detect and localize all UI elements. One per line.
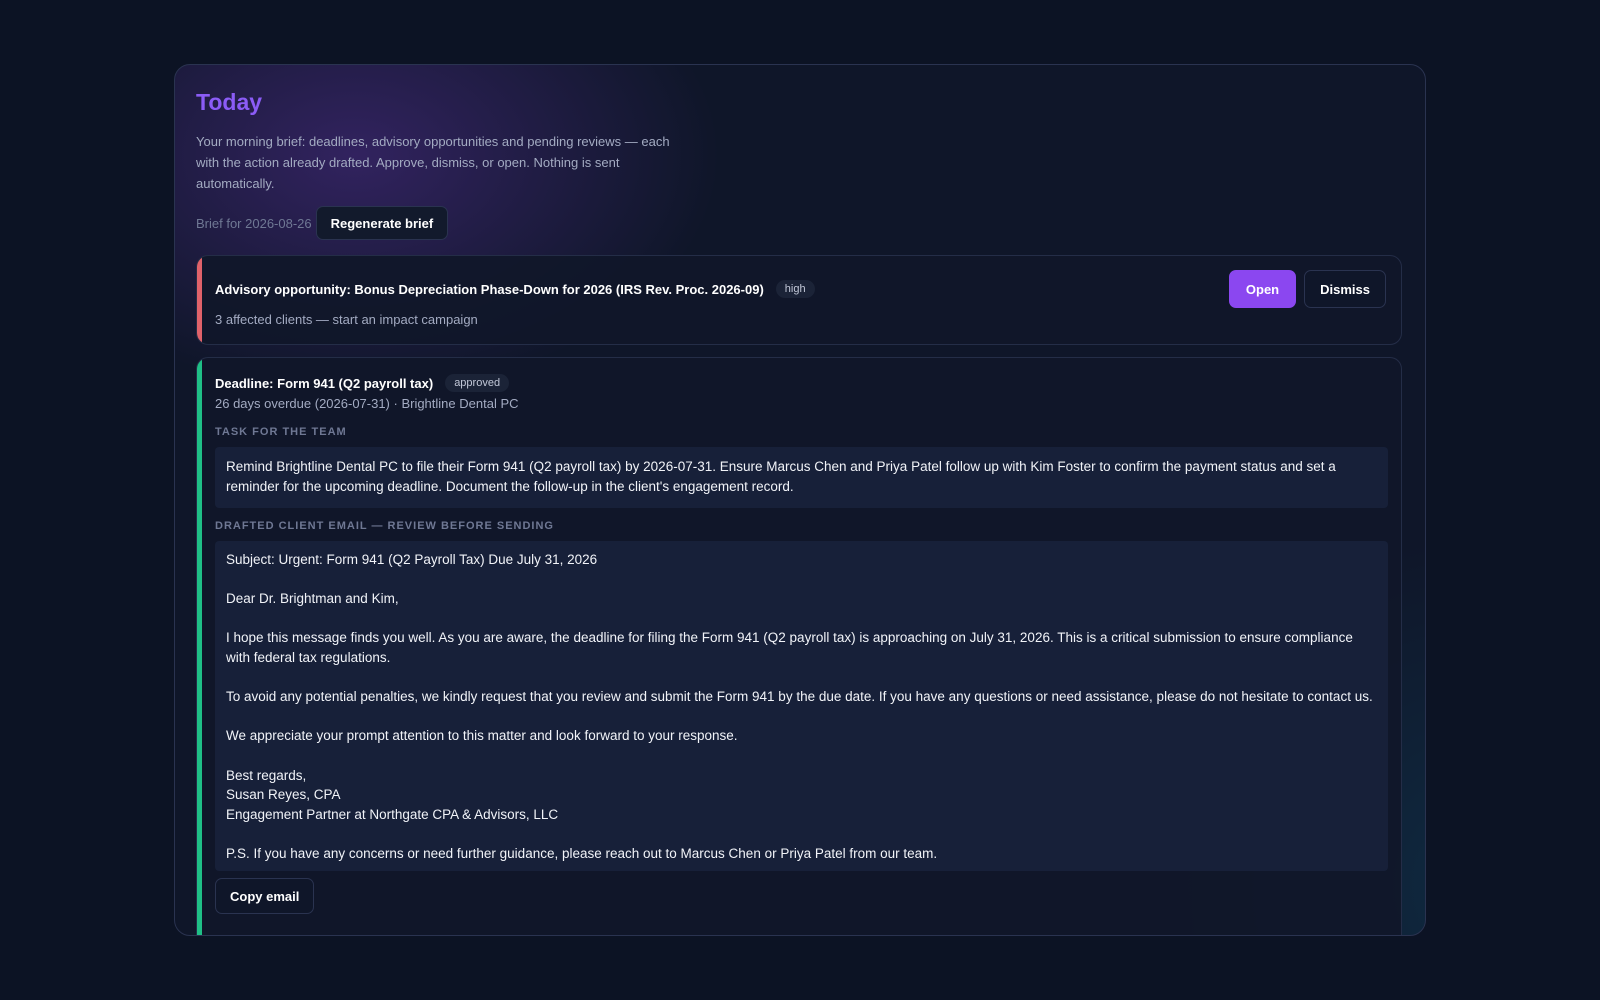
card-title: Deadline: Form 941 (Q2 payroll tax): [215, 375, 434, 391]
regenerate-brief-button[interactable]: Regenerate brief: [315, 206, 449, 240]
deadline-card: Deadline: Form 941 (Q2 payroll tax) appr…: [196, 357, 1402, 935]
page-title: Today: [196, 89, 263, 115]
today-panel: Today Your morning brief: deadlines, adv…: [174, 64, 1426, 936]
email-paragraph: I hope this message finds you well. As y…: [226, 630, 1353, 665]
email-signer-name: Susan Reyes, CPA: [226, 787, 341, 803]
copy-email-button[interactable]: Copy email: [215, 878, 315, 914]
priority-accent-bar: [197, 256, 202, 344]
card-subtitle: 3 affected clients — start an impact cam…: [215, 312, 478, 327]
email-paragraph: To avoid any potential penalties, we kin…: [226, 689, 1373, 705]
card-header: Deadline: Form 941 (Q2 payroll tax) appr…: [215, 374, 510, 392]
card-actions: Open Dismiss: [1228, 270, 1386, 308]
email-signer-title: Engagement Partner at Northgate CPA & Ad…: [226, 806, 559, 822]
email-postscript: P.S. If you have any concerns or need fu…: [226, 845, 938, 861]
page-intro: Your morning brief: deadlines, advisory …: [196, 134, 670, 191]
drafted-email: Subject: Urgent: Form 941 (Q2 Payroll Ta…: [215, 541, 1388, 871]
email-section-label: DRAFTED CLIENT EMAIL — REVIEW BEFORE SEN…: [215, 520, 554, 532]
email-paragraph: We appreciate your prompt attention to t…: [226, 728, 738, 744]
brief-row: Brief for 2026-08-26 Regenerate brief: [196, 206, 449, 240]
email-greeting: Dear Dr. Brightman and Kim,: [226, 591, 399, 607]
card-header: Advisory opportunity: Bonus Depreciation…: [215, 280, 815, 298]
email-subject: Subject: Urgent: Form 941 (Q2 Payroll Ta…: [226, 552, 598, 567]
status-badge: approved: [445, 374, 510, 392]
email-closing: Best regards,: [226, 767, 307, 783]
task-section-label: TASK FOR THE TEAM: [215, 426, 347, 438]
task-text: Remind Brightline Dental PC to file thei…: [215, 447, 1388, 508]
priority-badge: high: [775, 280, 815, 298]
status-accent-bar: [197, 358, 202, 935]
open-button[interactable]: Open: [1228, 270, 1297, 308]
deadline-meta: 26 days overdue (2026-07-31) · Brightlin…: [215, 396, 519, 411]
card-title: Advisory opportunity: Bonus Depreciation…: [215, 281, 764, 297]
brief-date: Brief for 2026-08-26: [196, 215, 312, 231]
dismiss-button[interactable]: Dismiss: [1304, 270, 1386, 308]
advisory-card: Advisory opportunity: Bonus Depreciation…: [196, 255, 1402, 345]
